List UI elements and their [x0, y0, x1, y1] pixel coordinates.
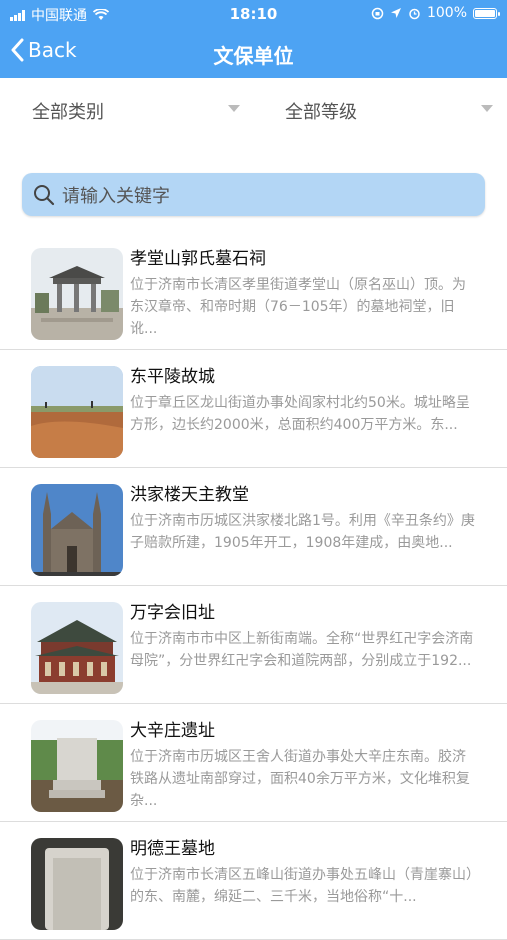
status-right: 100%: [371, 5, 500, 21]
search-icon: [34, 184, 55, 205]
item-title: 孝堂山郭氏墓石祠: [130, 249, 266, 269]
item-description: 位于济南市长清区孝里街道孝堂山（原名巫山）顶。为东汉章帝、和帝时期（76－105…: [130, 277, 466, 337]
battery-percent: 100%: [426, 5, 467, 21]
filter-bar: 全部类别 全部等级: [0, 78, 507, 142]
category-filter-label: 全部类别: [32, 102, 104, 123]
item-title: 东平陵故城: [130, 367, 215, 387]
list-item[interactable]: 孝堂山郭氏墓石祠 位于济南市长清区孝里街道孝堂山（原名巫山）顶。为东汉章帝、和帝…: [0, 232, 507, 350]
nav-bar: Back 文保单位: [0, 28, 507, 78]
thumbnail-image: [31, 484, 123, 576]
search-placeholder: 请输入关键字: [62, 185, 170, 207]
list-item[interactable]: 明德王墓地 位于济南市长清区五峰山街道办事处五峰山（青崖寨山）的东、南麓，绵延二…: [0, 822, 507, 940]
category-filter[interactable]: 全部类别: [32, 98, 240, 124]
thumbnail-image: [31, 602, 123, 694]
item-description: 位于章丘区龙山街道办事处阎家村北约50米。城址略呈方形，边长约2000米，总面积…: [130, 395, 470, 433]
item-description: 位于济南市历城区王舍人街道办事处大辛庄东南。胶济铁路从遗址南部穿过，面积40余万…: [130, 749, 470, 809]
item-title: 大辛庄遗址: [130, 721, 215, 741]
item-title: 洪家楼天主教堂: [130, 485, 249, 505]
search-input[interactable]: 请输入关键字: [22, 173, 485, 216]
heritage-list: 孝堂山郭氏墓石祠 位于济南市长清区孝里街道孝堂山（原名巫山）顶。为东汉章帝、和帝…: [0, 232, 507, 940]
status-bar: 中国联通 18:10 100%: [0, 0, 507, 28]
list-item[interactable]: 万字会旧址 位于济南市市中区上新街南端。全称“世界红卍字会济南母院”，分世界红卍…: [0, 586, 507, 704]
list-item[interactable]: 大辛庄遗址 位于济南市历城区王舍人街道办事处大辛庄东南。胶济铁路从遗址南部穿过，…: [0, 704, 507, 822]
item-description: 位于济南市市中区上新街南端。全称“世界红卍字会济南母院”，分世界红卍字会和道院两…: [130, 631, 474, 669]
caret-down-icon: [228, 105, 240, 112]
alarm-icon: [409, 8, 420, 19]
item-description: 位于济南市历城区洪家楼北路1号。利用《辛丑条约》庚子赔款所建，1905年开工，1…: [130, 513, 475, 551]
list-item[interactable]: 东平陵故城 位于章丘区龙山街道办事处阎家村北约50米。城址略呈方形，边长约200…: [0, 350, 507, 468]
orientation-lock-icon: [371, 7, 384, 19]
battery-icon: [473, 7, 500, 19]
item-description: 位于济南市长清区五峰山街道办事处五峰山（青崖寨山）的东、南麓，绵延二、三千米，当…: [130, 867, 473, 905]
page-title: 文保单位: [213, 44, 294, 68]
location-icon: [390, 8, 401, 18]
item-title: 万字会旧址: [130, 603, 215, 623]
thumbnail-image: [31, 366, 123, 458]
item-title: 明德王墓地: [130, 839, 215, 859]
caret-down-icon: [481, 105, 493, 112]
level-filter-label: 全部等级: [285, 102, 357, 123]
thumbnail-image: [31, 720, 123, 812]
thumbnail-image: [31, 838, 123, 930]
thumbnail-image: [31, 248, 123, 340]
list-item[interactable]: 洪家楼天主教堂 位于济南市历城区洪家楼北路1号。利用《辛丑条约》庚子赔款所建，1…: [0, 468, 507, 586]
search-section: 请输入关键字: [0, 142, 507, 232]
level-filter[interactable]: 全部等级: [285, 98, 493, 124]
